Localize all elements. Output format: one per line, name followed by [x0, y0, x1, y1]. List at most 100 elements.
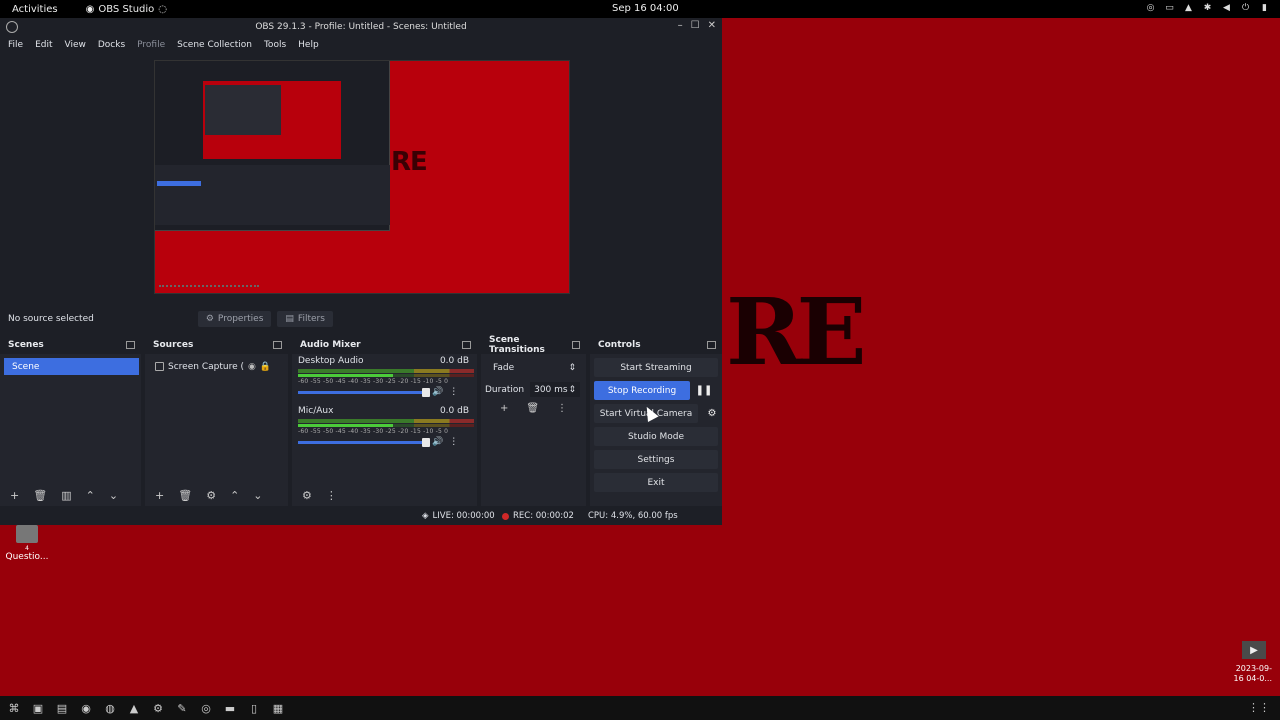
menu-docks[interactable]: Docks — [98, 40, 125, 50]
folder-icon[interactable]: ▤ — [56, 702, 68, 715]
undock-icon[interactable] — [126, 341, 136, 349]
activities-button[interactable]: Activities — [12, 4, 58, 15]
window-titlebar[interactable]: OBS 29.1.3 - Profile: Untitled - Scenes:… — [0, 18, 722, 36]
clock[interactable]: Sep 16 04:00 — [612, 3, 679, 14]
chevron-down-icon[interactable]: ⌄ — [253, 489, 262, 502]
play-icon[interactable]: ▶ — [1242, 641, 1266, 659]
menu-edit[interactable]: Edit — [35, 40, 52, 50]
network-icon[interactable]: ▲ — [1183, 2, 1194, 13]
trash-icon[interactable]: 🗑 — [526, 403, 539, 414]
nested-screen-capture — [155, 61, 390, 231]
menu-profile[interactable]: Profile — [137, 40, 165, 50]
loading-icon: ◌ — [158, 3, 168, 15]
undock-icon[interactable] — [571, 341, 580, 349]
app-grid-icon[interactable]: ⋮⋮ — [1248, 701, 1270, 714]
desktop-file-icon[interactable]: 4 Questio... — [2, 525, 52, 562]
advanced-audio-icon[interactable]: ⚙ — [302, 489, 312, 502]
volume-slider[interactable] — [298, 437, 430, 447]
volume-slider[interactable] — [298, 387, 430, 397]
undock-icon[interactable] — [273, 341, 282, 349]
power-icon[interactable]: ⏻ — [1240, 2, 1251, 13]
gear-icon[interactable]: ⚙ — [206, 489, 216, 502]
studio-mode-button[interactable]: Studio Mode — [594, 427, 718, 446]
scene-list-item[interactable]: Scene — [4, 358, 140, 375]
terminal-icon[interactable]: ▬ — [224, 702, 236, 715]
obs-icon[interactable]: ◎ — [200, 702, 212, 715]
menu-file[interactable]: File — [8, 40, 23, 50]
files-icon[interactable]: ▣ — [32, 702, 44, 715]
preview-canvas[interactable]: RE — [154, 60, 570, 294]
scene-transitions-dock: Scene Transitions Fade ⇕ Duration 300 ms… — [481, 335, 586, 506]
live-status: ◈ LIVE: 00:00:00 — [422, 511, 495, 521]
source-list-item[interactable]: Screen Capture (Pi ◉ 🔒 — [149, 358, 284, 375]
transitions-header: Scene Transitions — [481, 335, 586, 355]
trash-icon[interactable]: ▯ — [248, 702, 260, 715]
menu-scene-collection[interactable]: Scene Collection — [177, 40, 252, 50]
accessibility-icon[interactable]: ✱ — [1202, 2, 1213, 13]
menu-view[interactable]: View — [65, 40, 86, 50]
exit-button[interactable]: Exit — [594, 473, 718, 492]
battery-icon[interactable]: ▮ — [1259, 2, 1270, 13]
volume-meter — [298, 419, 474, 423]
chevron-up-icon[interactable]: ⌃ — [230, 489, 239, 502]
kebab-menu-icon[interactable]: ⋮ — [326, 489, 337, 502]
vlc-icon[interactable]: ▲ — [128, 702, 140, 715]
speaker-icon[interactable]: 🔊 — [432, 437, 443, 447]
trash-icon[interactable]: 🗑 — [178, 489, 192, 502]
menu-icon[interactable]: ⌘ — [8, 702, 20, 715]
filters-button[interactable]: ▤ Filters — [277, 311, 333, 327]
filter-icon: ▤ — [285, 314, 294, 324]
kebab-menu-icon[interactable]: ⋮ — [449, 437, 458, 447]
transition-select[interactable]: Fade ⇕ — [489, 359, 580, 376]
preview-area[interactable]: RE — [0, 54, 722, 308]
controls-title: Controls — [598, 340, 641, 350]
scenes-dock: Scenes Scene + 🗑 ▥ ⌃ ⌄ — [0, 336, 142, 506]
volume-icon[interactable]: ◀ — [1221, 2, 1232, 13]
start-streaming-button[interactable]: Start Streaming — [594, 358, 718, 377]
kebab-menu-icon[interactable]: ⋮ — [557, 403, 567, 414]
nested-taskbar — [159, 285, 259, 289]
app-menu[interactable]: ◉ OBS Studio ◌ — [86, 4, 167, 15]
update-icon[interactable]: ◎ — [1145, 2, 1156, 13]
menu-help[interactable]: Help — [298, 40, 319, 50]
maximize-icon[interactable]: ☐ — [691, 20, 700, 31]
settings-button[interactable]: Settings — [594, 450, 718, 469]
meter-ticks: -60 -55 -50 -45 -40 -35 -30 -25 -20 -15 … — [298, 428, 449, 435]
chevron-down-icon[interactable]: ⌄ — [109, 489, 118, 502]
close-icon[interactable]: ✕ — [708, 20, 716, 31]
kebab-menu-icon[interactable]: ⋮ — [449, 387, 458, 397]
updown-icon[interactable]: ⇕ — [568, 385, 576, 395]
duration-spinbox[interactable]: 300 ms ⇕ — [530, 382, 580, 397]
speaker-icon[interactable]: 🔊 — [432, 387, 443, 397]
eye-icon[interactable]: ◉ — [248, 362, 256, 372]
menu-tools[interactable]: Tools — [264, 40, 286, 50]
status-bar: ◈ LIVE: 00:00:00 REC: 00:00:02 CPU: 4.9%… — [0, 507, 722, 525]
add-icon[interactable]: + — [10, 489, 19, 502]
controls-header: Controls — [590, 336, 722, 354]
slider-handle[interactable] — [422, 387, 430, 397]
gear-icon[interactable]: ⚙ — [702, 404, 722, 423]
settings-icon[interactable]: ⚙ — [152, 702, 164, 715]
undock-icon[interactable] — [707, 341, 716, 349]
chevron-up-icon[interactable]: ⌃ — [86, 489, 95, 502]
lock-icon[interactable]: 🔒 — [260, 362, 271, 372]
chrome-icon[interactable]: ◉ — [80, 702, 92, 715]
window-icon[interactable]: ▭ — [1164, 2, 1175, 13]
mixer-title: Audio Mixer — [300, 340, 361, 350]
window-buttons: – ☐ ✕ — [678, 20, 716, 31]
add-icon[interactable]: + — [155, 489, 164, 502]
add-icon[interactable]: + — [500, 403, 508, 414]
notes-icon[interactable]: ▦ — [272, 702, 284, 715]
slider-handle[interactable] — [422, 437, 430, 447]
undock-icon[interactable] — [462, 341, 471, 349]
minimize-icon[interactable]: – — [678, 20, 683, 31]
filter-icon[interactable]: ▥ — [61, 489, 71, 502]
editor-icon[interactable]: ✎ — [176, 702, 188, 715]
stop-recording-button[interactable]: Stop Recording — [594, 381, 690, 400]
pause-icon[interactable]: ❚❚ — [694, 381, 714, 400]
firefox-icon[interactable]: ◍ — [104, 702, 116, 715]
trash-icon[interactable]: 🗑 — [33, 489, 47, 502]
app-name: OBS Studio — [98, 3, 155, 15]
properties-button[interactable]: ⚙ Properties — [197, 311, 272, 327]
volume-meter-peak — [298, 424, 474, 427]
